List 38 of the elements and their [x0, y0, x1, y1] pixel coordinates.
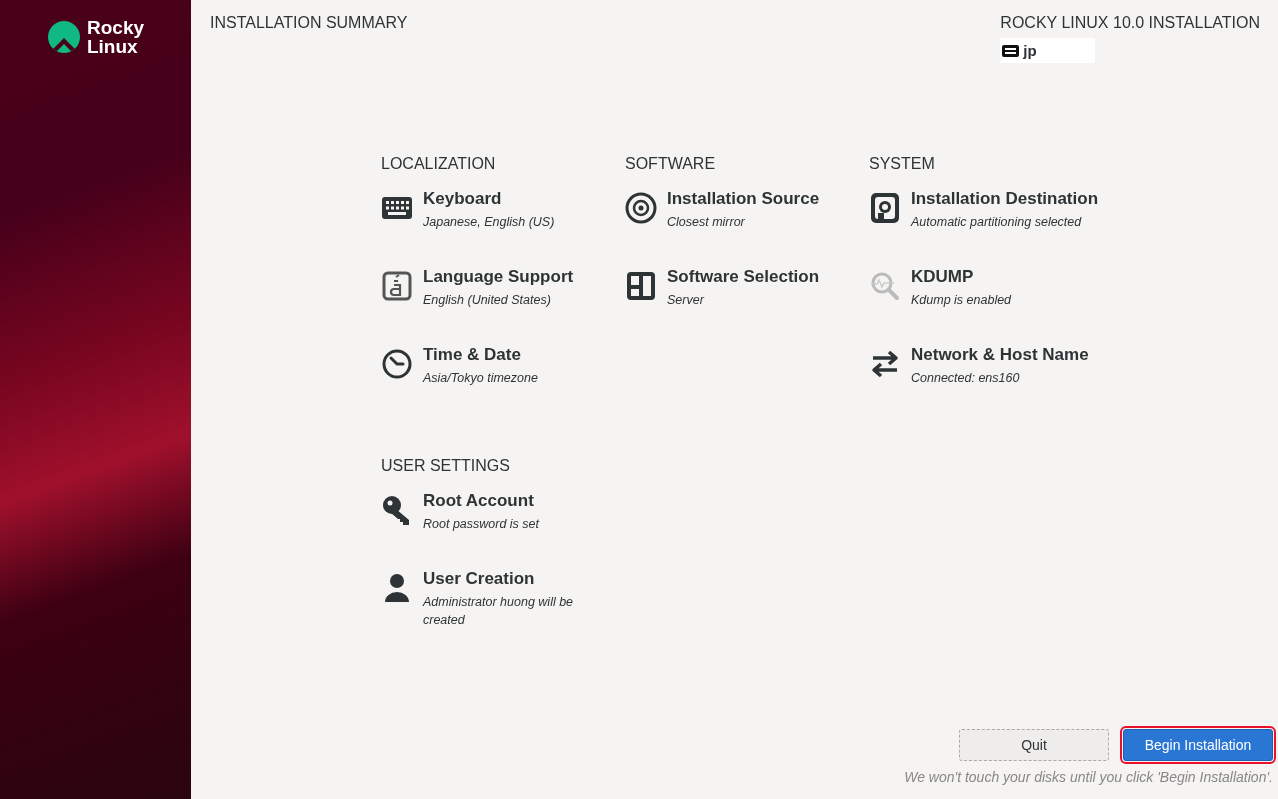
spoke-status: English (United States)	[423, 292, 552, 309]
category-heading: SYSTEM	[869, 155, 936, 173]
spoke-title[interactable]: Software Selection	[667, 267, 847, 287]
spoke-status: Japanese, English (US)	[423, 214, 556, 231]
spoke-status: Automatic partitioning selected	[911, 214, 1083, 231]
spoke-status: Asia/Tokyo timezone	[423, 370, 539, 387]
quit-button[interactable]: Quit	[959, 729, 1109, 761]
packages-icon[interactable]	[625, 270, 657, 302]
spoke-title[interactable]: Installation Destination	[911, 189, 1099, 209]
spoke-status: Server	[667, 292, 706, 309]
begin-button[interactable]: Begin Installation	[1123, 729, 1273, 761]
category-heading: SOFTWARE	[625, 155, 717, 173]
spoke-title[interactable]: User Creation	[423, 569, 603, 589]
keyboard-layout-indicator[interactable]: jp	[1000, 38, 1096, 63]
spoke-status: Kdump is enabled	[911, 292, 1013, 309]
spoke-status: Connected: ens160	[911, 370, 1021, 387]
keyboard-icon	[1002, 44, 1020, 57]
spoke-status: Root password is set	[423, 516, 541, 533]
category-heading: LOCALIZATION	[381, 155, 497, 173]
spoke-title[interactable]: Network & Host Name	[911, 345, 1091, 365]
network-icon[interactable]	[869, 348, 901, 380]
product-title: ROCKY LINUX 10.0 INSTALLATION	[1000, 14, 1260, 32]
spoke-status: Closest mirror	[667, 214, 746, 231]
spoke-title[interactable]: Keyboard	[423, 189, 603, 209]
spoke-title[interactable]: Root Account	[423, 491, 603, 511]
spoke-title[interactable]: Language Support	[423, 267, 603, 287]
spoke-title[interactable]: Installation Source	[667, 189, 847, 209]
clock-icon[interactable]	[381, 348, 413, 380]
language-icon[interactable]	[381, 270, 413, 302]
spoke-title[interactable]: Time & Date	[423, 345, 603, 365]
logo-text: Rocky Linux	[87, 18, 144, 56]
category-heading: USER SETTINGS	[381, 457, 511, 475]
footer-note: We won't touch your disks until you click 'Begin Installation'.	[904, 769, 1273, 785]
logo-icon	[47, 20, 81, 54]
spoke-status: Administrator huong will be created	[423, 594, 575, 629]
page-title: INSTALLATION SUMMARY	[210, 14, 408, 32]
source-icon[interactable]	[625, 192, 657, 224]
spoke-title[interactable]: KDUMP	[911, 267, 1091, 287]
